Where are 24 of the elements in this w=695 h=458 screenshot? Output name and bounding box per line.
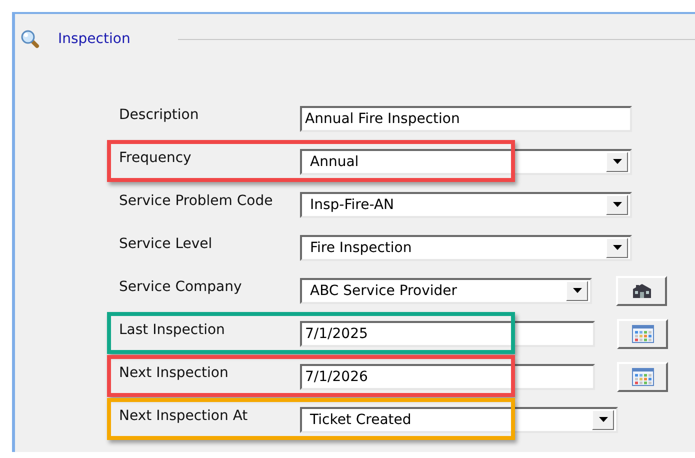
field-label: Next Inspection At (119, 408, 249, 424)
dropdown-field[interactable]: ABC Service Provider (300, 278, 592, 304)
text-field[interactable]: Annual Fire Inspection (300, 106, 632, 132)
dropdown-field[interactable]: Annual (300, 148, 632, 174)
building-icon (630, 282, 652, 298)
dropdown-field[interactable]: Ticket Created (300, 406, 618, 432)
calendar-button[interactable] (617, 362, 668, 392)
dropdown-field[interactable]: Insp-Fire-AN (300, 192, 632, 218)
field-label: Service Level (119, 236, 214, 252)
date-field[interactable]: 7/1/2026 (300, 364, 595, 390)
calendar-icon (632, 368, 654, 386)
field-label: Last Inspection (119, 322, 226, 338)
section-title: Inspection (58, 31, 130, 47)
field-label: Service Company (119, 278, 243, 294)
lookup-button[interactable] (616, 276, 667, 306)
calendar-icon (632, 324, 654, 342)
date-field[interactable]: 7/1/2025 (300, 320, 595, 346)
field-label: Description (119, 106, 200, 122)
search-icon (20, 29, 40, 49)
field-label: Service Problem Code (119, 192, 274, 208)
field-label: Next Inspection (119, 364, 230, 380)
calendar-button[interactable] (617, 318, 668, 348)
dropdown-field[interactable]: Fire Inspection (300, 234, 632, 260)
field-label: Frequency (119, 150, 192, 166)
